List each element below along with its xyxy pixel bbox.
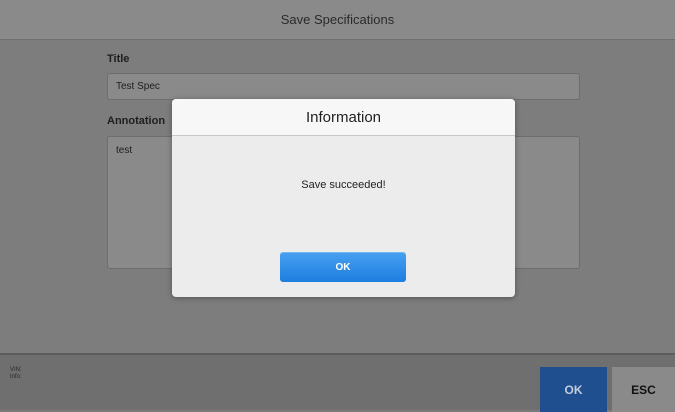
dialog-title: Information <box>305 108 382 126</box>
title-label: Title <box>107 53 130 65</box>
esc-button[interactable]: ESC <box>612 367 675 412</box>
bottom-toolbar: VIN: Info: OK ESC <box>0 353 675 412</box>
information-dialog: Information Save succeeded! OK <box>172 99 515 297</box>
dialog-message: Save succeeded! <box>301 179 386 191</box>
dialog-ok-button[interactable]: OK <box>280 252 406 282</box>
ok-button[interactable]: OK <box>540 367 607 412</box>
page-title: Save Specifications <box>280 12 395 27</box>
save-specifications-screen: Save Specifications Title Test Spec Anno… <box>0 0 675 412</box>
title-bar: Save Specifications <box>0 0 675 40</box>
dialog-header: Information <box>172 99 515 136</box>
title-input[interactable]: Test Spec <box>107 73 580 100</box>
annotation-label: Annotation <box>107 115 166 127</box>
vin-info-text: VIN: Info: <box>10 367 22 380</box>
